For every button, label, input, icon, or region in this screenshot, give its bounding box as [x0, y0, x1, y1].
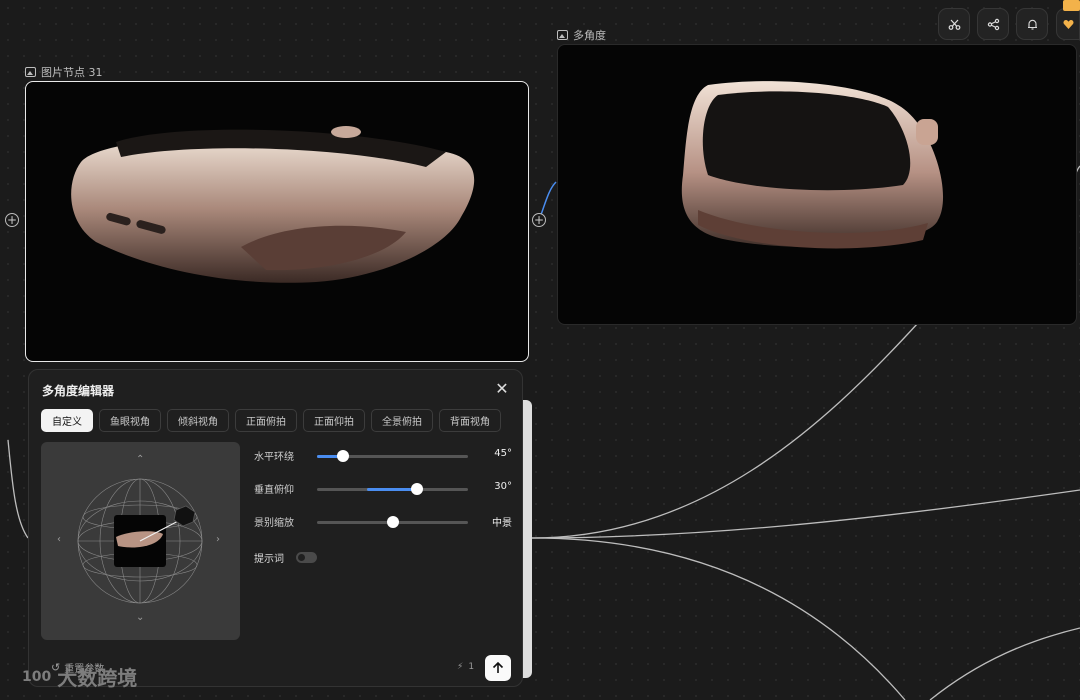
watermark-logo: 100: [22, 668, 52, 685]
tab-tilt[interactable]: 倾斜视角: [167, 409, 229, 432]
notification-button[interactable]: [1016, 8, 1048, 40]
slider-thumb[interactable]: [386, 516, 399, 528]
slider-label: 景别缩放: [254, 518, 294, 529]
node-title: 图片节点 31: [41, 66, 103, 79]
prompt-toggle[interactable]: [296, 552, 317, 563]
horizontal-orbit-slider[interactable]: 水平环绕 45°: [254, 448, 514, 464]
arrow-up-icon: [492, 661, 504, 673]
close-button[interactable]: ✕: [493, 381, 511, 399]
credit-value: 1: [468, 662, 475, 672]
node-label-image31: 图片节点 31: [25, 64, 103, 80]
scissors-icon: [948, 19, 960, 30]
bell-icon: [1027, 19, 1037, 30]
image-icon: [25, 67, 36, 77]
viewer-up-arrow[interactable]: ⌃: [136, 454, 144, 465]
scissors-button[interactable]: [938, 8, 970, 40]
editor-title: 多角度编辑器: [42, 384, 115, 398]
image-node-multiangle[interactable]: [557, 44, 1077, 325]
tab-panorama-top[interactable]: 全景俯拍: [371, 409, 433, 432]
share-button[interactable]: [977, 8, 1009, 40]
vertical-pitch-slider[interactable]: 垂直俯仰 30°: [254, 481, 514, 497]
viewer-down-arrow[interactable]: ⌄: [136, 612, 144, 623]
tab-front-top[interactable]: 正面俯拍: [235, 409, 297, 432]
credit-cost: ⚡ 1: [457, 662, 474, 672]
badge-icon: [1063, 0, 1080, 11]
slider-label: 水平环绕: [254, 452, 294, 463]
share-icon: [987, 18, 999, 30]
image-node-31[interactable]: [25, 81, 529, 362]
slider-value: 45°: [494, 448, 512, 459]
shot-zoom-slider[interactable]: 景别缩放 中景: [254, 514, 514, 530]
prompt-toggle-row: 提示词: [254, 550, 317, 565]
submit-button[interactable]: [485, 655, 511, 681]
tab-fisheye[interactable]: 鱼眼视角: [99, 409, 161, 432]
heart-badge-icon: [1062, 19, 1074, 29]
slider-value: 30°: [494, 481, 512, 492]
node-title: 多角度: [573, 29, 606, 42]
angle-viewer[interactable]: ⌃ ⌄ ‹ ›: [41, 442, 240, 640]
image-icon: [557, 30, 568, 40]
slider-label: 垂直俯仰: [254, 485, 294, 496]
viewer-right-arrow[interactable]: ›: [216, 534, 220, 545]
tab-back[interactable]: 背面视角: [439, 409, 501, 432]
watermark-text: 大数跨境: [57, 666, 138, 690]
slider-track[interactable]: [317, 483, 468, 495]
node1-left-port[interactable]: +: [5, 213, 19, 227]
slider-thumb[interactable]: [336, 450, 349, 462]
node1-right-port[interactable]: +: [532, 213, 546, 227]
lightning-icon: ⚡: [457, 662, 464, 672]
wireframe-sphere: [77, 478, 203, 604]
watermark: 100 大数跨境: [22, 662, 137, 691]
multi-angle-editor: 多角度编辑器 ✕ 自定义 鱼眼视角 倾斜视角 正面俯拍 正面仰拍 全景俯拍 背面…: [28, 369, 523, 687]
slider-value: 中景: [492, 518, 512, 529]
vip-button[interactable]: [1056, 8, 1080, 40]
tab-front-low[interactable]: 正面仰拍: [303, 409, 365, 432]
watch-angle-image: [681, 81, 944, 249]
prompt-label: 提示词: [254, 554, 284, 565]
watch-side-image: [71, 126, 475, 283]
slider-track[interactable]: [317, 450, 468, 462]
slider-thumb[interactable]: [410, 483, 423, 495]
view-preset-tabs: 自定义 鱼眼视角 倾斜视角 正面俯拍 正面仰拍 全景俯拍 背面视角: [41, 409, 501, 432]
node-label-multiangle: 多角度: [557, 27, 606, 43]
slider-fill: [367, 488, 417, 491]
slider-track[interactable]: [317, 516, 468, 528]
tab-custom[interactable]: 自定义: [41, 409, 93, 432]
viewer-left-arrow[interactable]: ‹: [57, 534, 61, 545]
